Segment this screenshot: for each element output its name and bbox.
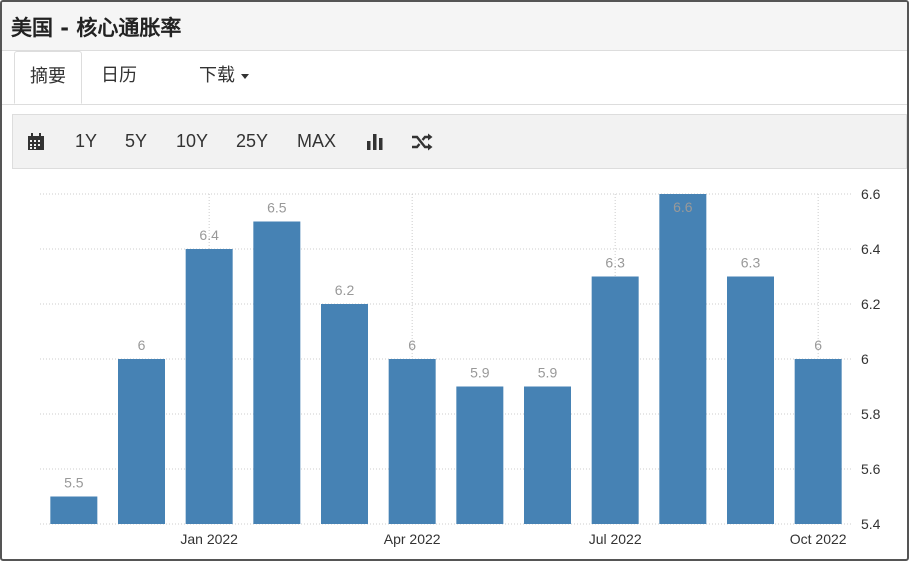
chart-panel: 美国 - 核心通胀率 摘要 日历 下载 1Y 5Y 10Y 25Y MAX 5.… <box>0 0 909 561</box>
bar-value-label: 6 <box>138 337 146 353</box>
tab-calendar-label: 日历 <box>101 65 137 86</box>
range-25y-button[interactable]: 25Y <box>236 115 268 168</box>
title-bar: 美国 - 核心通胀率 <box>2 2 907 51</box>
bar-chart-icon <box>367 134 383 151</box>
page-title: 美国 - 核心通胀率 <box>11 16 182 40</box>
bar-value-label: 5.9 <box>470 365 490 381</box>
bar-value-label: 6 <box>814 337 822 353</box>
bar <box>659 194 707 524</box>
range-5y-button[interactable]: 5Y <box>125 115 147 168</box>
caret-down-icon <box>241 73 249 79</box>
bar-value-label: 6.2 <box>335 282 355 298</box>
range-1y-button[interactable]: 1Y <box>75 115 97 168</box>
x-tick-label: Apr 2022 <box>384 531 441 547</box>
bar-value-label: 5.5 <box>64 475 84 491</box>
bar-value-label: 6.4 <box>199 227 219 243</box>
bar <box>456 386 504 524</box>
calendar-button[interactable] <box>27 115 45 168</box>
bar <box>253 221 301 524</box>
tab-download-label: 下载 <box>199 65 235 86</box>
tab-download-dropdown[interactable]: 下载 <box>199 51 249 104</box>
chart-area: 5.4 5.6 5.8 6 6.2 6.4 6.6 Jan 2022 Apr 2022 Jul 2… <box>2 170 907 559</box>
bar-value-label: 6.6 <box>673 199 693 215</box>
bar <box>388 359 436 524</box>
bar <box>524 386 571 524</box>
bar-chart: 5.4 5.6 5.8 6 6.2 6.4 6.6 Jan 2022 Apr 2022 Jul 2… <box>40 186 881 547</box>
bar-value-label: 6.5 <box>267 200 287 216</box>
bar <box>727 276 774 524</box>
compare-button[interactable] <box>411 115 433 168</box>
bar <box>591 276 639 524</box>
range-10y-button[interactable]: 10Y <box>176 115 208 168</box>
bar-value-label: 5.9 <box>538 365 558 381</box>
bar <box>118 359 165 524</box>
x-tick-label: Jan 2022 <box>180 531 238 547</box>
chart-type-button[interactable] <box>365 115 385 168</box>
bar <box>794 359 842 524</box>
shuffle-icon <box>412 133 433 151</box>
chart-toolbar: 1Y 5Y 10Y 25Y MAX <box>12 114 907 169</box>
bar-value-label: 6 <box>408 337 416 353</box>
bar <box>321 304 368 524</box>
bar <box>185 249 233 524</box>
y-tick-label: 5.8 <box>861 406 881 422</box>
y-tick-label: 6.2 <box>861 296 881 312</box>
tab-calendar[interactable]: 日历 <box>101 51 137 104</box>
y-tick-label: 6.4 <box>861 241 881 257</box>
bar-value-label: 6.3 <box>741 255 761 271</box>
tab-summary-label: 摘要 <box>30 66 66 87</box>
bar-value-label: 6.3 <box>605 255 625 271</box>
y-tick-label: 6 <box>861 351 869 367</box>
x-tick-label: Jul 2022 <box>589 531 642 547</box>
range-max-button[interactable]: MAX <box>297 115 336 168</box>
y-tick-label: 6.6 <box>861 186 881 202</box>
y-tick-label: 5.6 <box>861 461 881 477</box>
y-tick-label: 5.4 <box>861 516 881 532</box>
bar <box>50 496 98 524</box>
x-tick-label: Oct 2022 <box>790 531 847 547</box>
tab-summary[interactable]: 摘要 <box>14 51 82 104</box>
tab-bar: 摘要 日历 下载 <box>2 51 907 105</box>
calendar-icon <box>28 133 44 151</box>
